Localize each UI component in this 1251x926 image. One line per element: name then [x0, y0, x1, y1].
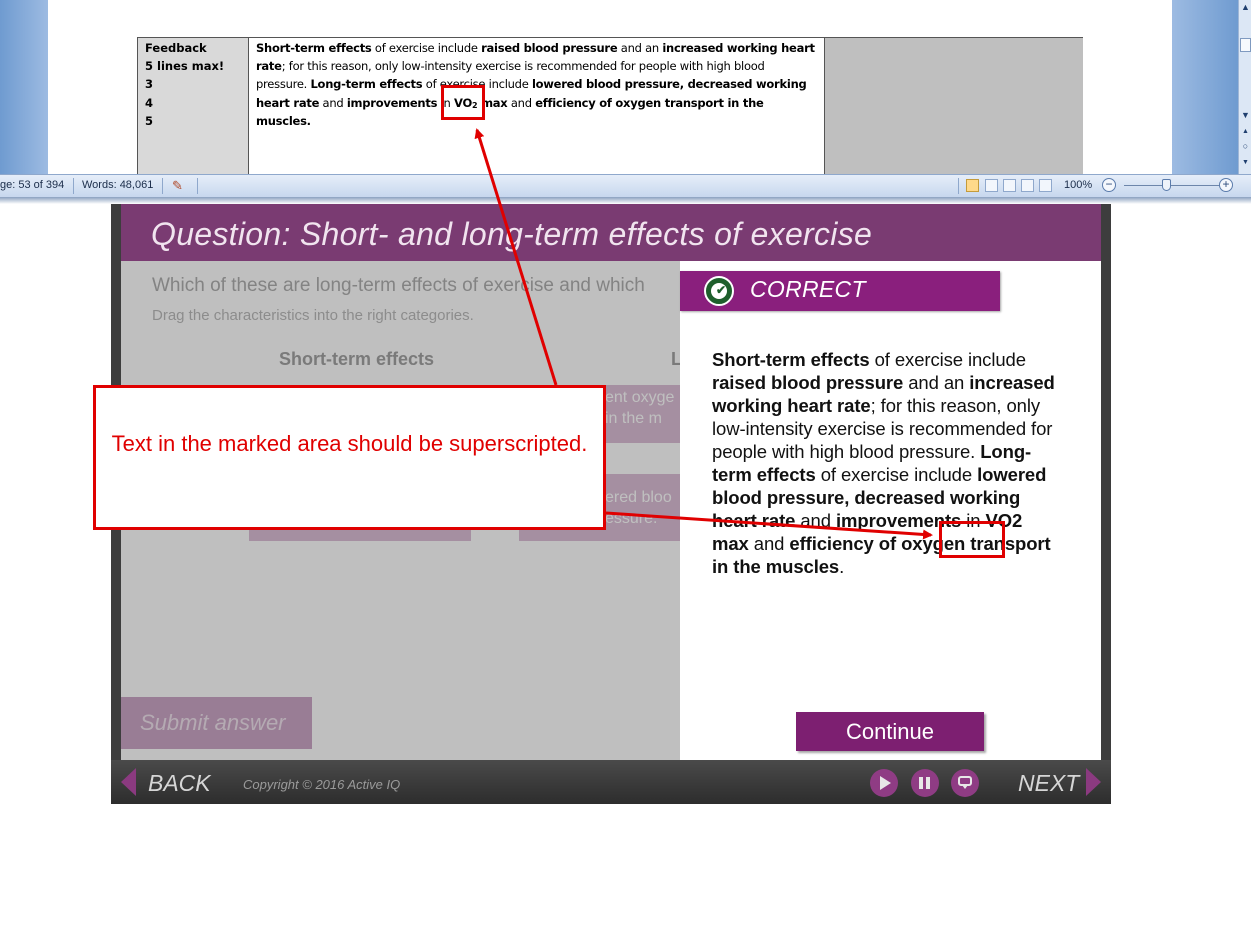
- play-icon: [880, 776, 891, 790]
- text-run: of exercise include: [815, 464, 978, 485]
- scroll-down-arrow-icon[interactable]: ▼: [1240, 110, 1251, 121]
- text-run: and: [748, 533, 790, 554]
- proofing-icon[interactable]: ✎: [172, 175, 183, 197]
- feedback-label-cell[interactable]: Feedback 5 lines max! 3 4 5: [138, 38, 249, 175]
- annotation-marker-doc: [441, 85, 485, 120]
- pause-button[interactable]: [911, 769, 939, 797]
- zoom-slider-thumb[interactable]: [1162, 179, 1171, 191]
- zoom-slider-track[interactable]: [1124, 185, 1220, 186]
- feedback-label-line: 3: [145, 77, 154, 92]
- back-arrow-icon[interactable]: [121, 768, 136, 796]
- feedback-body-text: Short-term effects of exercise include r…: [712, 348, 1062, 578]
- previous-page-icon[interactable]: ▲: [1240, 126, 1251, 137]
- next-arrow-icon[interactable]: [1086, 768, 1101, 796]
- full-screen-reading-view-icon[interactable]: [985, 179, 998, 192]
- speech-bubble-icon: [958, 776, 972, 789]
- zoom-in-icon[interactable]: +: [1219, 178, 1233, 192]
- text-run: and an: [903, 372, 970, 393]
- feedback-label-line: 5: [145, 113, 154, 128]
- draft-view-icon[interactable]: [1039, 179, 1052, 192]
- scroll-up-arrow-icon[interactable]: ▲: [1240, 2, 1251, 13]
- text-run: and: [795, 510, 836, 531]
- slide-title: Question: Short- and long-term effects o…: [151, 216, 873, 252]
- next-page-icon[interactable]: ▼: [1240, 157, 1251, 168]
- word-page[interactable]: Feedback 5 lines max! 3 4 5 Short-term effec…: [48, 0, 1172, 175]
- bold-text-run: improvements: [346, 95, 438, 110]
- text-run: of exercise include: [371, 41, 482, 55]
- bold-text-run: Long-term effects: [310, 77, 423, 92]
- feedback-text-cell[interactable]: Short-term effects of exercise include r…: [249, 38, 825, 175]
- back-button[interactable]: BACK: [148, 770, 211, 797]
- copyright-text: Copyright © 2016 Active IQ: [243, 777, 401, 792]
- vertical-scrollbar[interactable]: ▲ ▼ ▲ ○ ▼: [1238, 0, 1251, 174]
- pause-icon: [919, 777, 923, 789]
- bold-text-run: Short-term effects: [712, 349, 870, 370]
- feedback-label-line: 4: [145, 95, 154, 110]
- page-count[interactable]: ge: 53 of 394: [0, 175, 64, 197]
- outline-view-icon[interactable]: [1021, 179, 1034, 192]
- print-layout-view-icon[interactable]: [966, 179, 979, 192]
- text-run: and: [507, 95, 536, 110]
- correct-feedback-panel: ✔ CORRECT Short-term effects of exercise…: [680, 261, 1101, 760]
- player-nav-bar: BACK Copyright © 2016 Active IQ NEXT: [111, 760, 1111, 804]
- scroll-thumb[interactable]: [1240, 38, 1251, 52]
- text-run: and: [319, 95, 347, 110]
- feedback-label-line: 5 lines max!: [145, 59, 225, 74]
- web-layout-view-icon[interactable]: [1003, 179, 1016, 192]
- feedback-table: Feedback 5 lines max! 3 4 5 Short-term effec…: [137, 37, 1083, 175]
- title-bar: Question: Short- and long-term effects o…: [121, 204, 1101, 261]
- next-button[interactable]: NEXT: [1018, 770, 1079, 797]
- continue-button[interactable]: Continue: [796, 712, 984, 751]
- bold-text-run: raised blood pressure: [481, 41, 618, 55]
- text-run: and an: [617, 41, 663, 55]
- window-edge: [0, 197, 1251, 204]
- annotation-marker-slide: [939, 521, 1005, 558]
- feedback-label-line: Feedback: [145, 41, 207, 55]
- notes-button[interactable]: [951, 769, 979, 797]
- select-browse-object-icon[interactable]: ○: [1240, 141, 1251, 152]
- bold-text-run: raised blood pressure: [712, 372, 904, 393]
- text-run: of exercise include: [869, 349, 1026, 370]
- feedback-notes-cell[interactable]: [825, 38, 1083, 175]
- status-bar: ge: 53 of 394 Words: 48,061 ✎ 100% − +: [0, 174, 1251, 198]
- correct-header: ✔ CORRECT: [680, 271, 1000, 311]
- play-button[interactable]: [870, 769, 898, 797]
- annotation-text: Text in the marked area should be supers…: [111, 431, 588, 456]
- word-count[interactable]: Words: 48,061: [82, 175, 153, 197]
- zoom-level[interactable]: 100%: [1064, 175, 1092, 197]
- word-document-window: Feedback 5 lines max! 3 4 5 Short-term effec…: [0, 0, 1251, 204]
- bold-text-run: Short-term effects: [256, 41, 372, 55]
- word-right-gutter: [1172, 0, 1238, 174]
- check-icon: ✔: [704, 276, 734, 306]
- word-left-gutter: [0, 0, 48, 174]
- zoom-out-icon[interactable]: −: [1102, 178, 1116, 192]
- annotation-callout: Text in the marked area should be supers…: [93, 385, 606, 530]
- correct-heading: CORRECT: [750, 276, 866, 302]
- text-run: .: [839, 556, 845, 577]
